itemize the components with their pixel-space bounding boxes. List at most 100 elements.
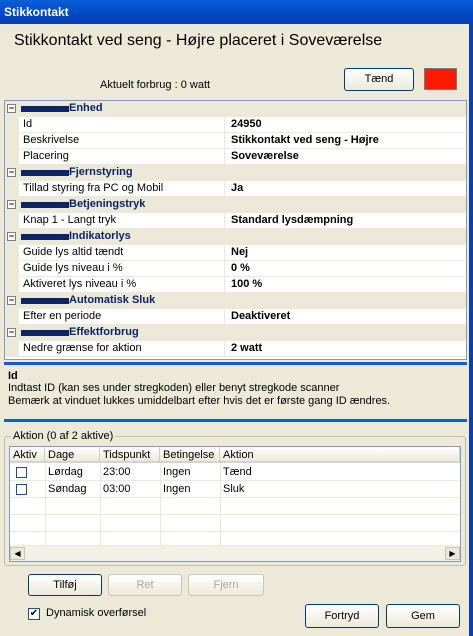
remove-button[interactable]: Fjern: [188, 574, 264, 596]
column-divider: [45, 463, 46, 545]
horizontal-scrollbar[interactable]: ◀ ▶: [10, 545, 460, 561]
active-checkbox[interactable]: [16, 484, 27, 495]
dynamic-transfer-checkbox[interactable]: ✔: [28, 608, 40, 620]
collapse-icon[interactable]: −: [7, 328, 16, 337]
category-bar: [21, 202, 69, 208]
save-button[interactable]: Gem: [386, 604, 460, 628]
column-divider: [100, 463, 101, 545]
row-time: 23:00: [103, 466, 131, 478]
category-bar: [21, 330, 69, 336]
device-heading: Stikkontakt ved seng - Højre placeret i …: [14, 32, 383, 49]
property-row[interactable]: Aktiveret lys niveau i % 100 %: [5, 277, 466, 293]
property-value[interactable]: Deaktiveret: [227, 309, 466, 324]
description-panel: Id Indtast ID (kan ses under stregkoden)…: [4, 362, 467, 422]
row-divider: [10, 514, 460, 515]
category-label: Effektforbrug: [69, 326, 139, 338]
category-label: Enhed: [69, 102, 103, 114]
collapse-icon[interactable]: −: [7, 168, 16, 177]
property-row[interactable]: Tillad styring fra PC og Mobil Ja: [5, 181, 466, 197]
row-gutter: [5, 117, 19, 133]
window-title: Stikkontakt: [4, 5, 69, 19]
column-header-days[interactable]: Dage: [45, 447, 100, 463]
property-row[interactable]: Guide lys niveau i % 0 %: [5, 261, 466, 277]
column-header-time[interactable]: Tidspunkt: [100, 447, 160, 463]
property-value[interactable]: 2 watt: [227, 341, 466, 356]
row-gutter: [5, 277, 19, 293]
scroll-right-icon[interactable]: ▶: [445, 547, 460, 560]
property-value[interactable]: 0 %: [227, 261, 466, 276]
state-color-indicator: [424, 68, 457, 90]
edit-button[interactable]: Ret: [108, 574, 182, 596]
collapse-icon[interactable]: −: [7, 104, 16, 113]
property-row[interactable]: Guide lys altid tændt Nej: [5, 245, 466, 261]
property-value[interactable]: Standard lysdæmpning: [227, 213, 466, 228]
category-row[interactable]: − Enhed: [5, 101, 466, 117]
row-condition: Ingen: [163, 466, 191, 478]
row-action: Tænd: [223, 466, 252, 478]
table-row[interactable]: Lørdag 23:00 Ingen Tænd: [10, 464, 460, 481]
property-key: Knap 1 - Langt tryk: [19, 213, 225, 228]
turn-on-button[interactable]: Tænd: [344, 68, 414, 91]
property-value[interactable]: 100 %: [227, 277, 466, 292]
table-row[interactable]: Søndag 03:00 Ingen Sluk: [10, 481, 460, 498]
property-value[interactable]: Nej: [227, 245, 466, 260]
scroll-left-icon[interactable]: ◀: [10, 547, 25, 560]
property-value[interactable]: Ja: [227, 181, 466, 196]
column-header-active[interactable]: Aktiv: [10, 447, 45, 463]
active-checkbox[interactable]: [16, 467, 27, 478]
category-row[interactable]: − Indikatorlys: [5, 229, 466, 245]
row-gutter: [5, 309, 19, 325]
property-row[interactable]: Knap 1 - Langt tryk Standard lysdæmpning: [5, 213, 466, 229]
row-divider: [10, 497, 460, 498]
property-value[interactable]: Stikkontakt ved seng - Højre: [227, 133, 466, 148]
row-action: Sluk: [223, 483, 245, 495]
category-label: Betjeningstryk: [69, 198, 146, 210]
row-gutter: [5, 245, 19, 261]
row-gutter: [5, 181, 19, 197]
category-bar: [21, 234, 69, 240]
property-value[interactable]: Soveværelse: [227, 149, 466, 164]
property-value[interactable]: 24950: [227, 117, 466, 132]
column-divider: [220, 463, 221, 545]
property-row[interactable]: Id 24950: [5, 117, 466, 133]
title-bar: Stikkontakt: [0, 0, 473, 24]
category-bar: [21, 170, 69, 176]
row-condition: Ingen: [163, 483, 191, 495]
collapse-icon[interactable]: −: [7, 200, 16, 209]
property-key: Efter en periode: [19, 309, 225, 324]
action-list[interactable]: Aktiv Dage Tidspunkt Betingelse Aktion L…: [9, 446, 461, 562]
row-divider: [10, 531, 460, 532]
row-day: Søndag: [48, 483, 87, 495]
cancel-button[interactable]: Fortryd: [305, 604, 379, 628]
property-row[interactable]: Nedre grænse for aktion 2 watt: [5, 341, 466, 357]
row-gutter: [5, 133, 19, 149]
dynamic-transfer-label: Dynamisk overførsel: [46, 607, 147, 619]
collapse-icon[interactable]: −: [7, 232, 16, 241]
row-day: Lørdag: [48, 466, 83, 478]
category-bar: [21, 298, 69, 304]
property-grid[interactable]: − Enhed Id 24950 Beskrivelse Stikkontakt ved …: [4, 100, 467, 360]
action-group: Aktion (0 af 2 aktive) Aktiv Dage Tidspu…: [4, 430, 466, 566]
category-row[interactable]: − Fjernstyring: [5, 165, 466, 181]
row-gutter: [5, 149, 19, 165]
collapse-icon[interactable]: −: [7, 296, 16, 305]
property-row[interactable]: Placering Soveværelse: [5, 149, 466, 165]
property-row[interactable]: Efter en periode Deaktiveret: [5, 309, 466, 325]
row-divider: [10, 480, 460, 481]
property-row[interactable]: Beskrivelse Stikkontakt ved seng - Højre: [5, 133, 466, 149]
category-label: Fjernstyring: [69, 166, 133, 178]
category-row[interactable]: − Automatisk Sluk: [5, 293, 466, 309]
property-key: Nedre grænse for aktion: [19, 341, 225, 356]
category-row[interactable]: − Betjeningstryk: [5, 197, 466, 213]
property-grid-rows: − Enhed Id 24950 Beskrivelse Stikkontakt ved …: [5, 101, 466, 357]
description-title: Id: [8, 370, 18, 382]
row-gutter: [5, 261, 19, 277]
description-line-1: Indtast ID (kan ses under stregkoden) el…: [8, 382, 340, 394]
column-header-condition[interactable]: Betingelse: [160, 447, 220, 463]
category-bar: [21, 106, 69, 112]
row-gutter: [5, 341, 19, 357]
column-header-action[interactable]: Aktion: [220, 447, 460, 463]
add-button[interactable]: Tilføj: [28, 574, 102, 596]
current-usage: Aktuelt forbrug : 0 watt: [100, 79, 211, 91]
category-row[interactable]: − Effektforbrug: [5, 325, 466, 341]
